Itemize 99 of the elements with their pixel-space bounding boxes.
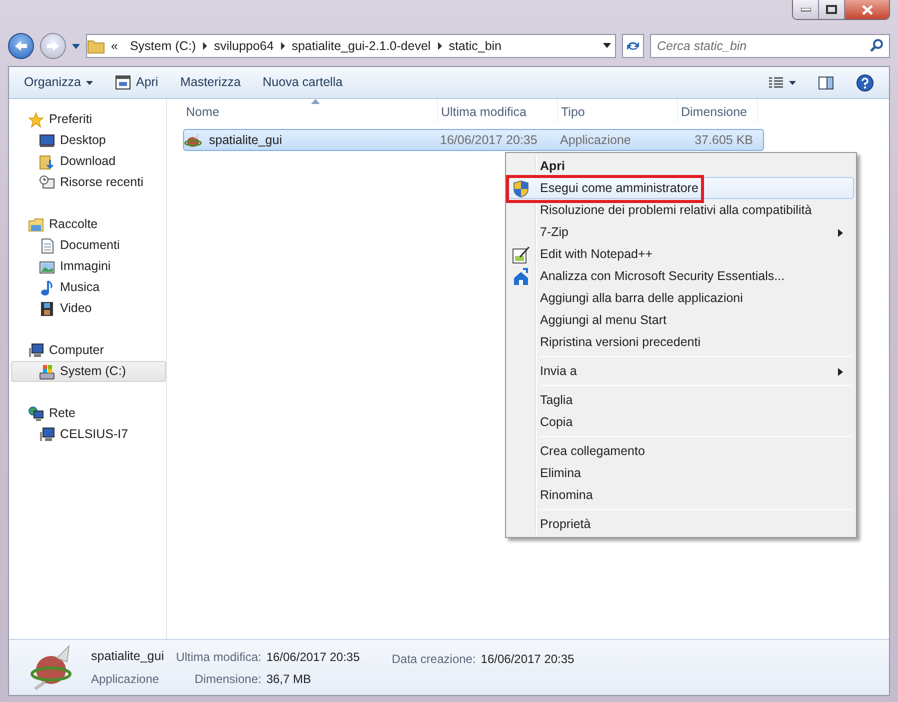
- list-view-icon: [768, 76, 784, 88]
- picture-frame-icon: [39, 258, 55, 274]
- menu-item[interactable]: Crea collegamento: [508, 440, 854, 462]
- sidebar-item[interactable]: Risorse recenti: [11, 172, 166, 193]
- notepad-icon: [512, 246, 530, 264]
- table-cell-text: Applicazione: [559, 132, 631, 149]
- house-icon: [512, 268, 530, 286]
- column-header[interactable]: Tipo: [558, 99, 678, 123]
- menu-item[interactable]: 7-Zip: [508, 221, 854, 243]
- search-icon: [868, 39, 886, 53]
- chevron-icon: [280, 42, 286, 50]
- field-value: 36,7 MB: [266, 670, 312, 688]
- help-icon: [856, 74, 874, 92]
- close-icon: [862, 4, 872, 14]
- overflow-chevron[interactable]: «: [105, 36, 124, 56]
- field-value: 16/06/2017 20:35: [480, 651, 574, 668]
- toolbar-button[interactable]: Nuova cartella: [254, 70, 352, 95]
- maximize-button[interactable]: [819, 0, 845, 19]
- menu-item[interactable]: Invia a: [508, 360, 854, 382]
- file-row[interactable]: spatialite_gui 16/06/2017 20:35 Applicazione 37.605 KB: [183, 129, 764, 151]
- history-dropdown-icon[interactable]: [72, 44, 80, 48]
- table-cell-text: 16/06/2017 20:35: [439, 132, 538, 149]
- computer-icon: [39, 426, 55, 442]
- preview-pane-icon: [818, 76, 834, 90]
- dropdown-caret-icon: [86, 80, 93, 84]
- menu-item[interactable]: Aggiungi alla barra delle applicazioni: [508, 287, 854, 309]
- star-icon: [28, 112, 44, 128]
- maximize-icon: [826, 5, 837, 14]
- menu-item[interactable]: Taglia: [508, 389, 854, 411]
- chevron-icon: [202, 42, 208, 50]
- column-header[interactable]: Nome: [183, 99, 438, 123]
- address-bar[interactable]: « System (C:) sviluppo64 spatialite_gui-2.1.0-devel static_bin: [86, 34, 616, 58]
- dropdown-caret-icon: [789, 80, 796, 84]
- toolbar-button[interactable]: Apri: [106, 70, 168, 95]
- toolbar-button[interactable]: Organizza: [15, 70, 102, 95]
- file-type: Applicazione: [91, 670, 160, 688]
- sidebar-item[interactable]: Musica: [11, 277, 166, 298]
- toolbar-button[interactable]: Masterizza: [171, 70, 250, 95]
- sidebar-item[interactable]: CELSIUS-I7: [11, 424, 166, 445]
- computer-icon: [28, 342, 44, 358]
- close-button[interactable]: [845, 0, 889, 19]
- back-button[interactable]: [8, 33, 34, 59]
- menu-item[interactable]: Edit with Notepad++: [508, 243, 854, 265]
- submenu-arrow-icon: [838, 368, 843, 376]
- field-label: Data creazione:: [392, 651, 476, 668]
- menu-item[interactable]: Rinomina: [508, 484, 854, 506]
- sidebar-item[interactable]: Rete: [11, 403, 166, 424]
- sidebar-item[interactable]: Download: [11, 151, 166, 172]
- sidebar-item[interactable]: Raccolte: [11, 214, 166, 235]
- sidebar-item[interactable]: Immagini: [11, 256, 166, 277]
- app-icon: [184, 132, 202, 148]
- monitor-icon: [39, 132, 55, 148]
- menu-item[interactable]: Risoluzione dei problemi relativi alla compatibilità: [508, 199, 854, 221]
- chevron-icon: [436, 42, 443, 50]
- menu-item[interactable]: Proprietà: [508, 513, 854, 535]
- sidebar-item[interactable]: System (C:): [11, 361, 166, 382]
- film-strip-icon: [39, 300, 55, 316]
- field-label: Dimensione:: [194, 670, 262, 688]
- column-header[interactable]: Ultima modifica: [438, 99, 558, 123]
- minimize-button[interactable]: [793, 0, 819, 19]
- folder-icon: [87, 38, 105, 54]
- shield-icon: [512, 180, 530, 198]
- network-icon: [28, 406, 44, 422]
- breadcrumb-item[interactable]: static_bin: [442, 36, 508, 56]
- library-folder-icon: [28, 216, 44, 232]
- refresh-icon: [626, 40, 640, 52]
- forward-button[interactable]: [40, 33, 66, 59]
- field-value: 16/06/2017 20:35: [266, 648, 360, 666]
- forward-arrow-icon: [46, 40, 60, 52]
- hard-drive-icon: [39, 364, 55, 380]
- field-label: Ultima modifica:: [176, 648, 262, 666]
- minimize-icon: [800, 8, 810, 12]
- back-arrow-icon: [14, 40, 28, 52]
- menu-item[interactable]: Copia: [508, 411, 854, 433]
- document-icon: [39, 238, 55, 254]
- menu-item[interactable]: Analizza con Microsoft Security Essentials...: [508, 265, 854, 287]
- application-window-icon: [114, 75, 131, 90]
- menu-item[interactable]: Ripristina versioni precedenti: [508, 331, 854, 353]
- download-folder-icon: [39, 154, 55, 170]
- breadcrumb-item[interactable]: spatialite_gui-2.1.0-devel: [286, 36, 437, 56]
- refresh-button[interactable]: [622, 34, 644, 58]
- table-cell-text: 37.605 KB: [694, 132, 754, 149]
- menu-item[interactable]: Apri: [508, 155, 854, 177]
- sidebar-item[interactable]: Documenti: [11, 235, 166, 256]
- menu-item[interactable]: Aggiungi al menu Start: [508, 309, 854, 331]
- music-note-icon: [39, 280, 55, 296]
- file-name: spatialite_gui: [91, 648, 164, 666]
- menu-item[interactable]: Elimina: [508, 462, 854, 484]
- column-header[interactable]: Dimensione: [678, 99, 758, 123]
- breadcrumb-item[interactable]: sviluppo64: [208, 36, 280, 56]
- sidebar-item[interactable]: Video: [11, 298, 166, 319]
- sidebar-item[interactable]: Desktop: [11, 130, 166, 151]
- breadcrumb-item[interactable]: System (C:): [124, 36, 202, 56]
- search-field[interactable]: Cerca static_bin: [650, 34, 890, 58]
- recent-places-icon: [39, 174, 55, 190]
- sidebar-item[interactable]: Computer: [11, 340, 166, 361]
- table-cell-text: spatialite_gui: [208, 132, 282, 149]
- submenu-arrow-icon: [838, 229, 843, 237]
- sidebar-item[interactable]: Preferiti: [11, 109, 166, 130]
